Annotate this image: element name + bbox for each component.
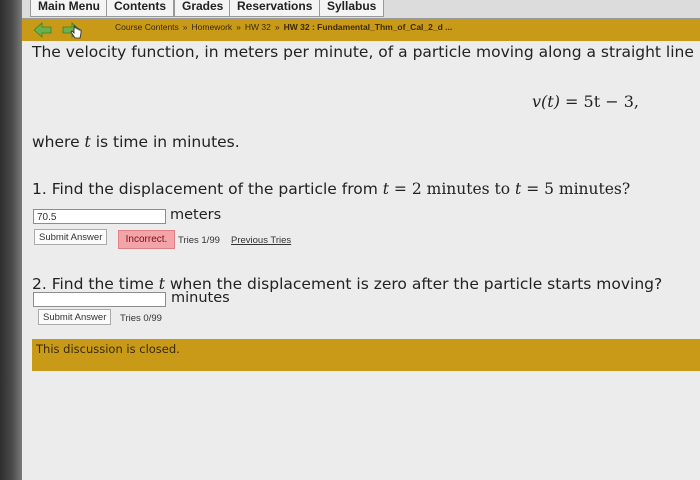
- cursor-hand-icon: [70, 25, 82, 39]
- q1-text-c: = 5 minutes?: [521, 180, 631, 198]
- tab-contents[interactable]: Contents: [106, 0, 174, 17]
- velocity-equation: v(t) = 5t − 3,: [532, 92, 639, 111]
- q1-submit-button[interactable]: Submit Answer: [34, 229, 108, 245]
- breadcrumb-separator: »: [236, 22, 241, 32]
- breadcrumb-separator: »: [182, 22, 188, 32]
- q2-text-a: 2. Find the time: [32, 275, 159, 293]
- q2-unit: minutes: [171, 290, 230, 306]
- q1-text-b: = 2 minutes to: [389, 180, 516, 198]
- tab-reservations[interactable]: Reservations: [229, 0, 321, 17]
- variable-definition: where t is time in minutes.: [32, 133, 240, 151]
- q2-submit-button[interactable]: Submit Answer: [38, 309, 112, 325]
- where-prefix: where: [32, 133, 85, 151]
- tab-main-menu[interactable]: Main Menu: [30, 0, 108, 17]
- q1-text-a: 1. Find the displacement of the particle…: [32, 180, 383, 198]
- window-edge: [0, 0, 22, 480]
- q1-answer-input[interactable]: 70.5: [33, 209, 166, 224]
- q2-answer-input[interactable]: [33, 292, 166, 307]
- breadcrumb-current: HW 32 : Fundamental_Thm_of_Cal_2_d ...: [283, 22, 453, 32]
- q2-tries: Tries 0/99: [120, 313, 162, 324]
- q1-unit: meters: [170, 207, 222, 223]
- breadcrumb-hw32[interactable]: HW 32: [245, 22, 271, 32]
- question-1-text: 1. Find the displacement of the particle…: [32, 180, 630, 198]
- where-suffix: is time in minutes.: [90, 133, 240, 151]
- q1-status-badge: Incorrect.: [118, 230, 175, 249]
- q1-previous-tries-link[interactable]: Previous Tries: [231, 235, 291, 246]
- menu-bar: Main Menu Contents Grades Reservations S…: [22, 0, 700, 19]
- question-2-text: 2. Find the time t when the displacement…: [32, 275, 662, 293]
- breadcrumb: Course Contents» Homework» HW 32» HW 32 : F…: [115, 22, 452, 32]
- back-arrow-icon[interactable]: [34, 22, 52, 38]
- breadcrumb-separator: »: [274, 22, 280, 32]
- breadcrumb-course-contents[interactable]: Course Contents: [115, 22, 179, 32]
- breadcrumb-bar: Course Contents» Homework» HW 32» HW 32 : F…: [22, 19, 700, 41]
- equation-rhs: = 5t − 3,: [565, 92, 639, 111]
- equation-lhs: v(t): [532, 92, 560, 111]
- discussion-closed-text: This discussion is closed.: [36, 342, 180, 356]
- breadcrumb-homework[interactable]: Homework: [192, 22, 233, 32]
- page: Main Menu Contents Grades Reservations S…: [0, 0, 700, 480]
- q2-text-b: when the displacement is zero after the …: [164, 275, 663, 293]
- tab-syllabus[interactable]: Syllabus: [319, 0, 385, 17]
- problem-intro: The velocity function, in meters per min…: [32, 43, 700, 61]
- discussion-closed-bar: This discussion is closed.: [32, 339, 700, 371]
- q1-tries: Tries 1/99: [178, 235, 220, 246]
- tab-grades[interactable]: Grades: [174, 0, 232, 17]
